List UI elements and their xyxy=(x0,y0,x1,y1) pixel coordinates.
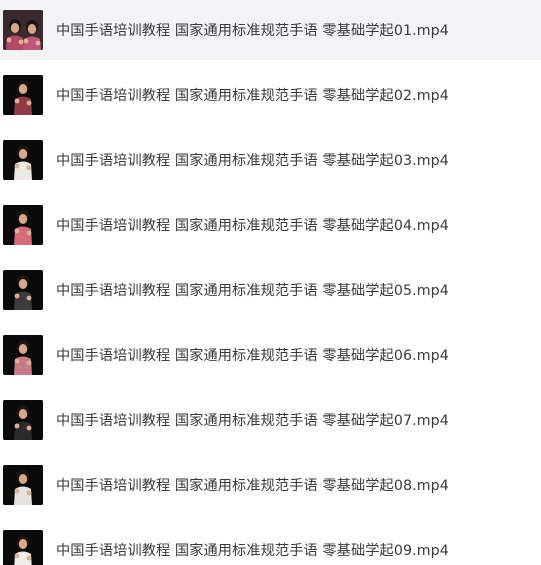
video-thumbnail-image xyxy=(3,530,43,565)
file-name: 中国手语培训教程 国家通用标准规范手语 零基础学起02.mp4 xyxy=(56,88,449,104)
video-thumbnail-icon xyxy=(3,270,43,310)
video-thumbnail-image xyxy=(3,140,43,180)
video-thumbnail-icon xyxy=(3,75,43,115)
file-name: 中国手语培训教程 国家通用标准规范手语 零基础学起01.mp4 xyxy=(56,23,449,39)
file-name: 中国手语培训教程 国家通用标准规范手语 零基础学起07.mp4 xyxy=(56,413,449,429)
file-row[interactable]: 中国手语培训教程 国家通用标准规范手语 零基础学起08.mp4 xyxy=(0,455,541,515)
file-list: 中国手语培训教程 国家通用标准规范手语 零基础学起01.mp4 中国手语培训教程… xyxy=(0,0,541,565)
video-thumbnail-image xyxy=(3,465,43,505)
video-thumbnail-icon xyxy=(3,10,43,50)
file-row[interactable]: 中国手语培训教程 国家通用标准规范手语 零基础学起06.mp4 xyxy=(0,325,541,385)
video-thumbnail-image xyxy=(3,205,43,245)
file-name: 中国手语培训教程 国家通用标准规范手语 零基础学起08.mp4 xyxy=(56,478,449,494)
video-thumbnail-image xyxy=(3,335,43,375)
video-thumbnail-icon xyxy=(3,335,43,375)
file-row[interactable]: 中国手语培训教程 国家通用标准规范手语 零基础学起05.mp4 xyxy=(0,260,541,320)
video-thumbnail-icon xyxy=(3,205,43,245)
video-thumbnail-image xyxy=(3,75,43,115)
video-thumbnail-image xyxy=(3,400,43,440)
file-row[interactable]: 中国手语培训教程 国家通用标准规范手语 零基础学起07.mp4 xyxy=(0,390,541,450)
file-name: 中国手语培训教程 国家通用标准规范手语 零基础学起04.mp4 xyxy=(56,218,449,234)
video-thumbnail-image xyxy=(3,270,43,310)
video-thumbnail-image xyxy=(3,10,43,50)
file-name: 中国手语培训教程 国家通用标准规范手语 零基础学起05.mp4 xyxy=(56,283,449,299)
video-thumbnail-icon xyxy=(3,400,43,440)
file-name: 中国手语培训教程 国家通用标准规范手语 零基础学起06.mp4 xyxy=(56,348,449,364)
file-name: 中国手语培训教程 国家通用标准规范手语 零基础学起09.mp4 xyxy=(56,543,449,559)
file-row[interactable]: 中国手语培训教程 国家通用标准规范手语 零基础学起02.mp4 xyxy=(0,65,541,125)
file-row[interactable]: 中国手语培训教程 国家通用标准规范手语 零基础学起04.mp4 xyxy=(0,195,541,255)
video-thumbnail-icon xyxy=(3,530,43,565)
video-thumbnail-icon xyxy=(3,140,43,180)
video-thumbnail-icon xyxy=(3,465,43,505)
file-row[interactable]: 中国手语培训教程 国家通用标准规范手语 零基础学起09.mp4 xyxy=(0,520,541,565)
file-row[interactable]: 中国手语培训教程 国家通用标准规范手语 零基础学起03.mp4 xyxy=(0,130,541,190)
file-row[interactable]: 中国手语培训教程 国家通用标准规范手语 零基础学起01.mp4 xyxy=(0,0,541,60)
file-name: 中国手语培训教程 国家通用标准规范手语 零基础学起03.mp4 xyxy=(56,153,449,169)
